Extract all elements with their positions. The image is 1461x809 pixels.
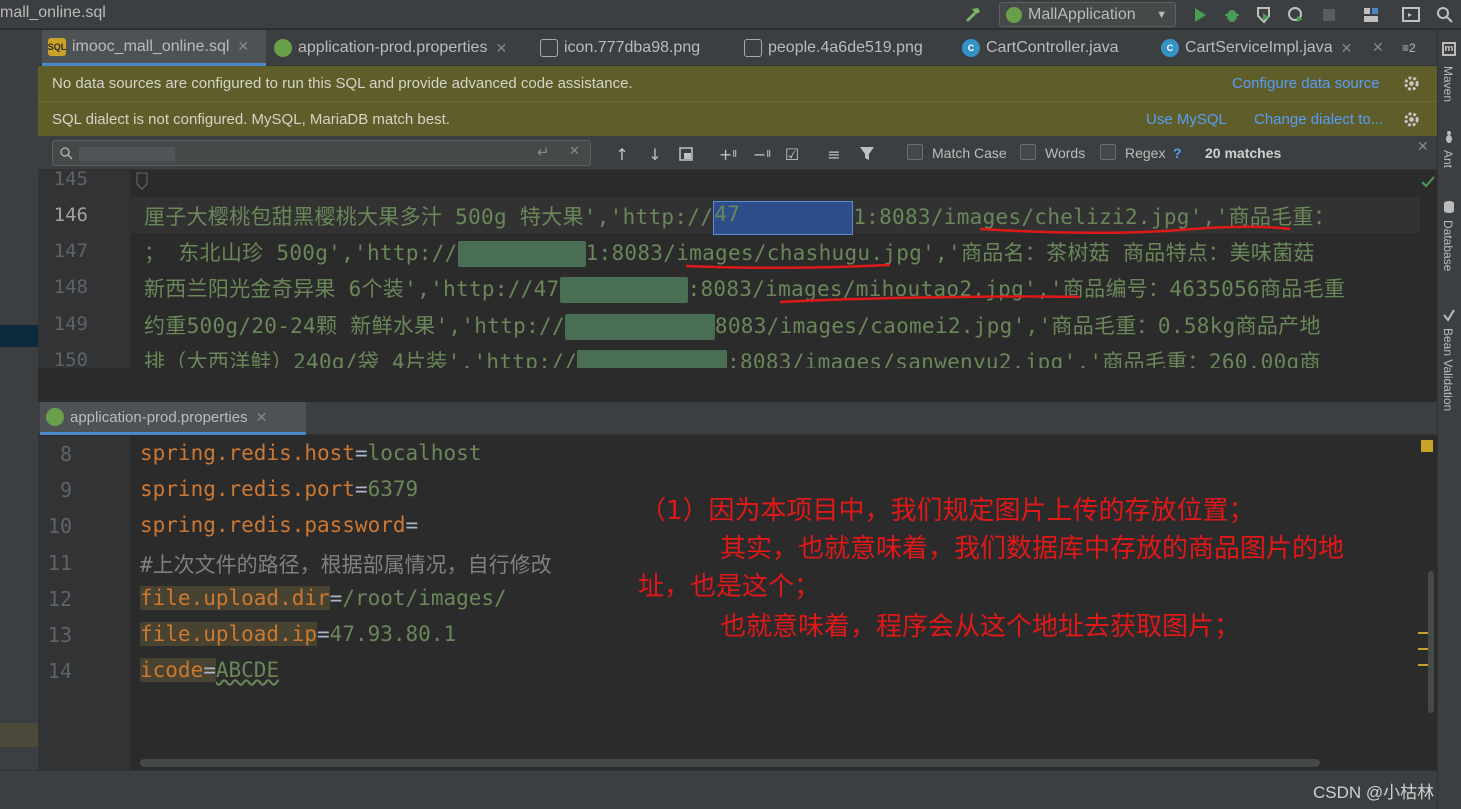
properties-editor[interactable]: 8 9 10 11 12 13 14 spring.redis.host=loc… — [38, 436, 1437, 770]
equals-sign: = — [317, 622, 330, 646]
line-number: 13 — [47, 623, 72, 647]
property-key: spring.redis.host — [140, 441, 355, 465]
property-comment: #上次文件的路径，根据部属情况，自行修改 — [140, 553, 552, 577]
properties-file-icon — [46, 408, 64, 426]
tool-bean-validation[interactable]: Bean Validation — [1441, 328, 1455, 411]
database-icon[interactable] — [1443, 200, 1455, 214]
line-number: 11 — [47, 551, 72, 575]
tool-ant[interactable]: Ant — [1441, 150, 1455, 168]
property-value: 6379 — [367, 477, 419, 501]
horizontal-scrollbar[interactable] — [140, 759, 1320, 767]
annotation-line-3: 址，也是这个； — [638, 572, 821, 602]
property-line: spring.redis.port=6379 — [140, 477, 418, 501]
warning-marker[interactable] — [1421, 440, 1433, 452]
tool-database[interactable]: Database — [1441, 220, 1455, 271]
tab-label: application-prod.properties — [70, 408, 248, 426]
annotation-line-1: （1）因为本项目中，我们规定图片上传的存放位置； — [640, 496, 1255, 526]
line-number: 8 — [59, 442, 72, 466]
property-key: icode — [140, 658, 204, 682]
property-value: 47.93.80.1 — [329, 622, 457, 646]
tool-maven[interactable]: Maven — [1441, 66, 1455, 102]
property-key: spring.redis.port — [140, 477, 355, 501]
editor-splitter[interactable] — [38, 368, 1437, 402]
equals-sign: = — [354, 477, 368, 501]
status-strip — [0, 770, 1437, 809]
maven-icon[interactable]: m — [1442, 42, 1456, 56]
equals-sign: = — [354, 441, 368, 465]
tab-application-prod-properties[interactable]: application-prod.properties ✕ — [40, 402, 306, 435]
property-line: icode=ABCDE — [140, 658, 279, 682]
line-number: 10 — [47, 514, 72, 538]
vertical-scrollbar[interactable] — [1428, 571, 1434, 713]
annotation-line-4: 也就意味着，程序会从这个地址去获取图片； — [720, 612, 1241, 642]
bean-validation-icon[interactable] — [1443, 308, 1455, 322]
equals-sign: = — [329, 586, 343, 610]
close-icon[interactable]: ✕ — [256, 409, 268, 426]
equals-sign: = — [405, 513, 419, 537]
property-line: file.upload.ip=47.93.80.1 — [140, 622, 456, 646]
right-tool-strip: m Maven Ant Database Bean Validation — [1437, 30, 1461, 809]
csdn-watermark: CSDN @小枯林 — [1313, 783, 1435, 802]
property-key: file.upload.ip — [140, 622, 318, 646]
property-line: spring.redis.password= — [140, 513, 418, 537]
property-key: file.upload.dir — [140, 586, 330, 610]
equals-sign: = — [203, 658, 216, 682]
line-number: 14 — [47, 659, 72, 683]
line-number: 9 — [59, 478, 72, 502]
property-line: spring.redis.host=localhost — [140, 441, 481, 465]
properties-gutter: 8 9 10 11 12 13 14 — [38, 436, 130, 770]
property-key: spring.redis.password — [140, 513, 406, 537]
property-value: localhost — [367, 441, 482, 465]
line-number: 12 — [47, 587, 72, 611]
ant-icon[interactable] — [1443, 130, 1455, 144]
split-editor-tab-bar: application-prod.properties ✕ — [38, 402, 1437, 435]
property-line: file.upload.dir=/root/images/ — [140, 586, 507, 610]
annotation-line-2: 其实，也就意味着，我们数据库中存放的商品图片的地 — [720, 534, 1345, 564]
property-value: ABCDE — [215, 658, 280, 682]
property-value: /root/images/ — [342, 586, 507, 610]
